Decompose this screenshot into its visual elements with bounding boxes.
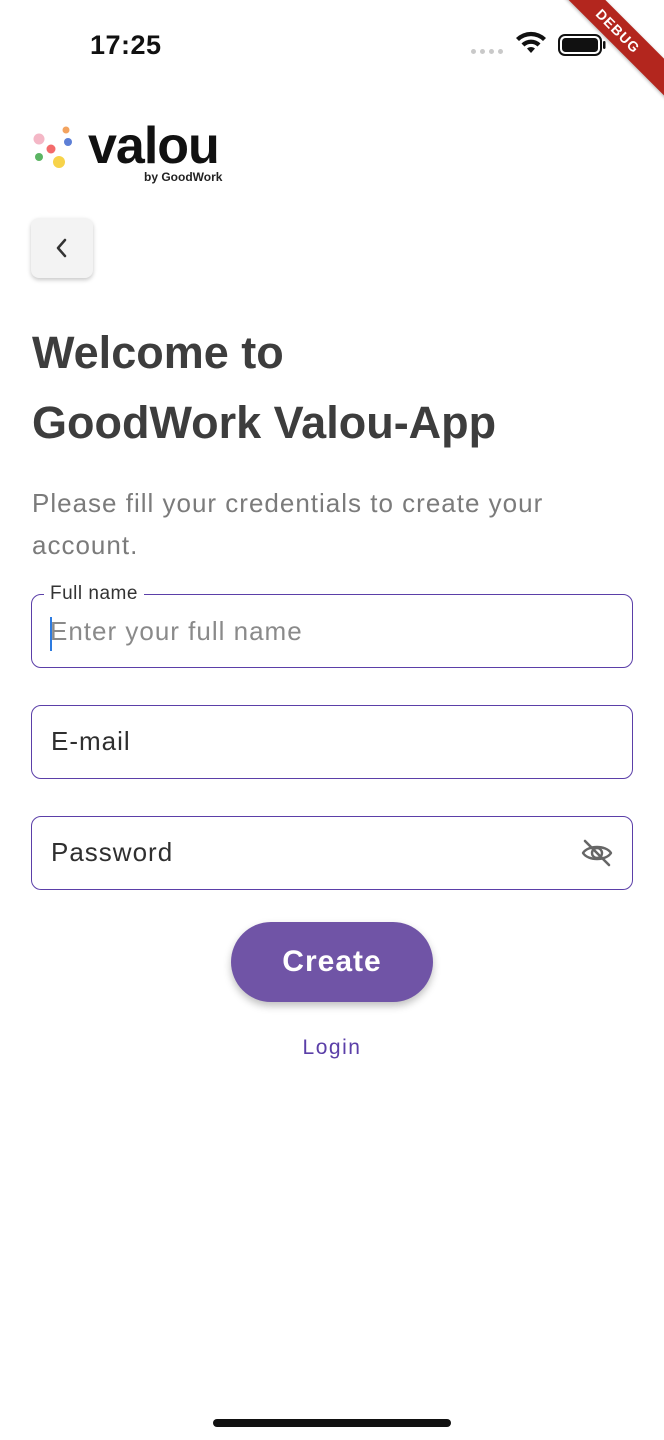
cellular-signal-icon — [471, 49, 503, 54]
status-time: 17:25 — [90, 30, 162, 60]
login-link[interactable]: Login — [0, 1036, 664, 1060]
password-placeholder: Password — [51, 837, 174, 867]
battery-icon — [558, 34, 606, 56]
wifi-icon — [516, 31, 546, 53]
logo-dots-icon — [33, 126, 72, 168]
full-name-field[interactable]: Full name — [31, 583, 633, 668]
home-indicator[interactable] — [213, 1419, 451, 1427]
app-logo: valou by GoodWork — [30, 120, 250, 190]
create-button[interactable]: Create — [231, 922, 433, 1002]
eye-off-icon[interactable] — [580, 837, 614, 869]
page-subtitle: Please fill your credentials to create y… — [32, 488, 544, 560]
full-name-input[interactable] — [50, 595, 590, 667]
back-button[interactable] — [31, 218, 93, 278]
password-field[interactable]: Password — [31, 816, 633, 890]
text-cursor — [50, 617, 52, 651]
logo-tagline: by GoodWork — [144, 170, 223, 184]
title-line-1: Welcome to — [32, 327, 284, 378]
title-line-2: GoodWork Valou-App — [32, 397, 497, 448]
page-title: Welcome to GoodWork Valou-App — [32, 318, 496, 458]
logo-wordmark: valou — [88, 117, 220, 175]
email-placeholder: E-mail — [51, 726, 131, 756]
back-chevron-icon — [56, 238, 67, 258]
email-field[interactable]: E-mail — [31, 705, 633, 779]
